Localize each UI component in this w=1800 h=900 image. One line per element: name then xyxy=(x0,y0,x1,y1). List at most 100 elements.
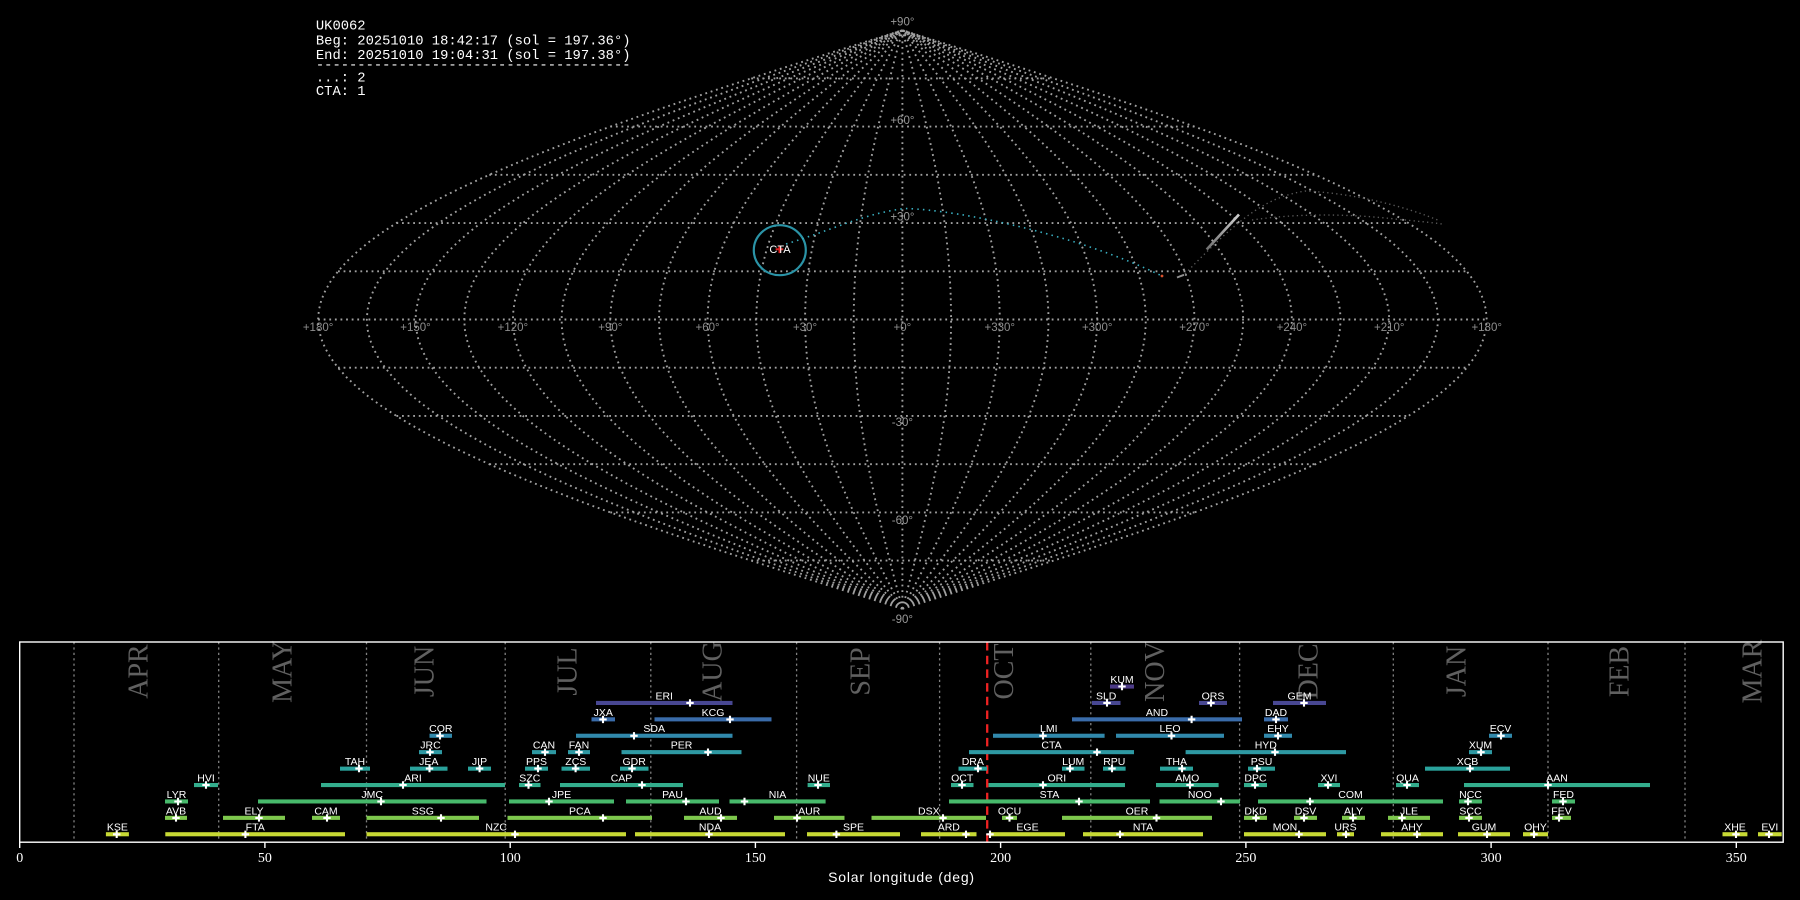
svg-text:MAR: MAR xyxy=(1738,639,1769,703)
svg-text:XUM: XUM xyxy=(1469,740,1492,752)
svg-text:COM: COM xyxy=(1338,789,1363,801)
svg-text:PPS: PPS xyxy=(526,756,547,768)
svg-text:ORI: ORI xyxy=(1047,772,1066,784)
svg-text:+90°: +90° xyxy=(598,322,622,334)
svg-text:SLD: SLD xyxy=(1096,690,1117,702)
svg-text:FEV: FEV xyxy=(1551,805,1571,817)
svg-text:DSX: DSX xyxy=(918,805,940,817)
svg-text:DSV: DSV xyxy=(1295,805,1317,817)
svg-text:+300°: +300° xyxy=(1082,322,1113,334)
svg-text:HVI: HVI xyxy=(197,772,215,784)
svg-text:AUG: AUG xyxy=(698,641,729,702)
svg-text:KSE: KSE xyxy=(107,822,128,834)
svg-text:-60°: -60° xyxy=(892,515,913,527)
svg-text:PCA: PCA xyxy=(569,805,591,817)
svg-text:PAU: PAU xyxy=(662,789,683,801)
svg-text:0: 0 xyxy=(16,851,23,866)
svg-text:EGE: EGE xyxy=(1016,822,1038,834)
svg-text:SCC: SCC xyxy=(1459,805,1482,817)
svg-text:FEB: FEB xyxy=(1605,646,1636,697)
svg-text:XVI: XVI xyxy=(1321,772,1338,784)
svg-text:+330°: +330° xyxy=(985,322,1016,334)
svg-text:JMC: JMC xyxy=(361,789,383,801)
svg-text:Beg: 20251010 18:42:17 (sol =: Beg: 20251010 18:42:17 (sol = 197.36°) xyxy=(316,33,631,49)
svg-text:NDA: NDA xyxy=(699,822,721,834)
svg-text:SDA: SDA xyxy=(643,723,665,735)
svg-text:OCT: OCT xyxy=(951,772,974,784)
svg-text:NOV: NOV xyxy=(1140,641,1171,702)
svg-text:Solar longitude (deg): Solar longitude (deg) xyxy=(828,869,975,885)
svg-text:SEP: SEP xyxy=(846,647,877,695)
svg-text:JLE: JLE xyxy=(1400,805,1418,817)
svg-text:CAN: CAN xyxy=(533,740,555,752)
svg-text:JEA: JEA xyxy=(419,756,438,768)
svg-text:KCG: KCG xyxy=(702,707,725,719)
svg-text:SSG: SSG xyxy=(412,805,434,817)
svg-text:300: 300 xyxy=(1481,851,1502,866)
svg-text:JIP: JIP xyxy=(472,756,487,768)
svg-text:AND: AND xyxy=(1146,707,1169,719)
svg-text:COR: COR xyxy=(429,723,453,735)
svg-text:ERI: ERI xyxy=(655,690,673,702)
svg-text:+120°: +120° xyxy=(498,322,529,334)
svg-text:+180°: +180° xyxy=(1471,322,1502,334)
svg-text:ECV: ECV xyxy=(1490,723,1512,735)
svg-text:AUR: AUR xyxy=(798,805,821,817)
svg-text:UK0062: UK0062 xyxy=(316,20,366,35)
svg-text:NTA: NTA xyxy=(1133,822,1153,834)
svg-text:AAN: AAN xyxy=(1546,772,1568,784)
svg-text:OCU: OCU xyxy=(998,805,1021,817)
svg-text:JUN: JUN xyxy=(410,646,441,697)
svg-text:ARD: ARD xyxy=(938,822,961,834)
svg-text:FAN: FAN xyxy=(569,740,589,752)
svg-text:LEO: LEO xyxy=(1159,723,1180,735)
svg-text:200: 200 xyxy=(990,851,1011,866)
svg-text:JAN: JAN xyxy=(1442,646,1473,697)
svg-text:EHY: EHY xyxy=(1267,723,1289,735)
svg-text:-30°: -30° xyxy=(892,417,913,429)
svg-text:+180°: +180° xyxy=(303,322,334,334)
svg-text:TAH: TAH xyxy=(345,756,365,768)
svg-text:KUM: KUM xyxy=(1110,674,1133,686)
svg-text:SZC: SZC xyxy=(519,772,540,784)
svg-text:+90°: +90° xyxy=(890,16,914,28)
svg-text:XHE: XHE xyxy=(1724,822,1746,834)
svg-text:APR: APR xyxy=(124,644,155,699)
svg-text:250: 250 xyxy=(1235,851,1256,866)
svg-text:GDR: GDR xyxy=(623,756,647,768)
svg-text:AMO: AMO xyxy=(1175,772,1199,784)
svg-text:+240°: +240° xyxy=(1277,322,1308,334)
svg-text:DPC: DPC xyxy=(1244,772,1267,784)
svg-text:+210°: +210° xyxy=(1374,322,1405,334)
svg-text:JUL: JUL xyxy=(553,647,584,695)
svg-text:OER: OER xyxy=(1126,805,1149,817)
svg-text:FED: FED xyxy=(1553,789,1574,801)
svg-text:URS: URS xyxy=(1334,822,1356,834)
svg-text:PER: PER xyxy=(671,740,693,752)
svg-text:SPE: SPE xyxy=(843,822,864,834)
svg-text:ORS: ORS xyxy=(1202,690,1225,702)
svg-text:NOO: NOO xyxy=(1188,789,1212,801)
svg-text:DAD: DAD xyxy=(1265,707,1288,719)
svg-text:+0°: +0° xyxy=(894,322,912,334)
svg-text:+30°: +30° xyxy=(793,322,817,334)
svg-text:CTA: CTA xyxy=(1041,740,1061,752)
svg-text:LUM: LUM xyxy=(1062,756,1084,768)
svg-text:MON: MON xyxy=(1273,822,1298,834)
svg-text:XCB: XCB xyxy=(1457,756,1479,768)
svg-text:GUM: GUM xyxy=(1472,822,1497,834)
svg-text:OHY: OHY xyxy=(1524,822,1547,834)
svg-text:CTA: 1: CTA: 1 xyxy=(316,85,366,100)
svg-text:50: 50 xyxy=(258,851,272,866)
svg-text:+60°: +60° xyxy=(696,322,720,334)
svg-text:+30°: +30° xyxy=(890,212,914,224)
svg-text:HYD: HYD xyxy=(1255,740,1278,752)
svg-text:AUD: AUD xyxy=(699,805,722,817)
svg-text:MAY: MAY xyxy=(268,640,299,703)
svg-text:LYR: LYR xyxy=(167,789,187,801)
svg-text:CAP: CAP xyxy=(611,772,633,784)
svg-text:NCC: NCC xyxy=(1459,789,1482,801)
svg-text:150: 150 xyxy=(745,851,766,866)
svg-text:FTA: FTA xyxy=(246,822,265,834)
svg-text:EVI: EVI xyxy=(1761,822,1778,834)
